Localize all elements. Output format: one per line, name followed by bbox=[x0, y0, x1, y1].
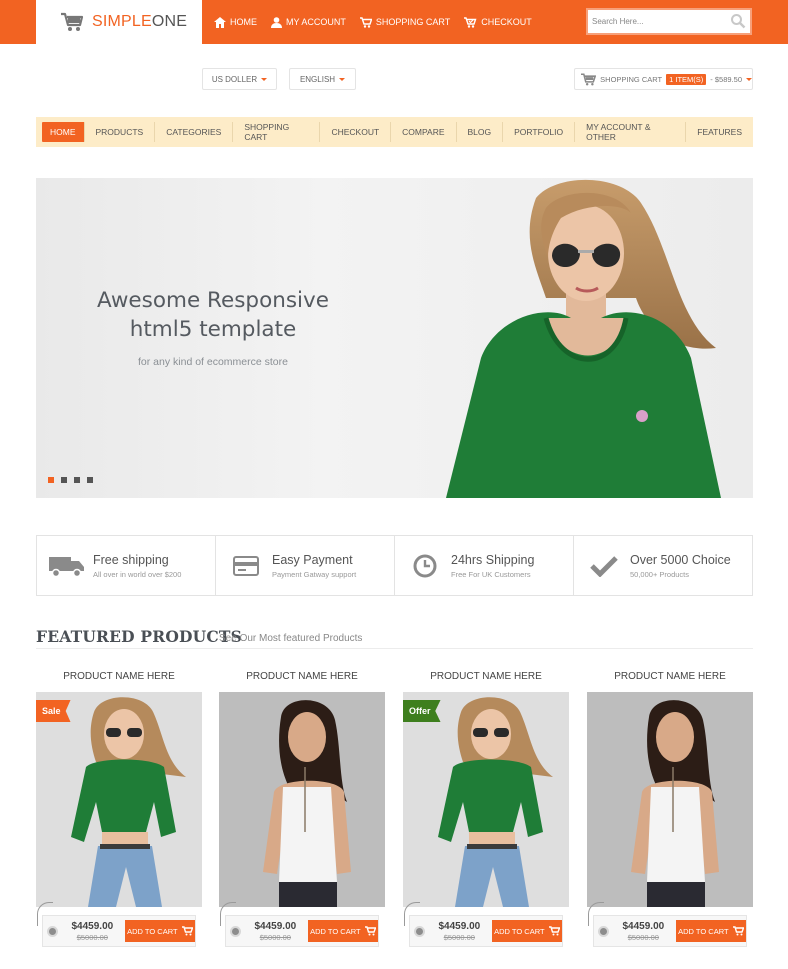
price-tag-hole bbox=[598, 926, 609, 937]
cart-icon bbox=[181, 926, 193, 936]
product-card: PRODUCT NAME HERE Sale $4459.00 $5000.00… bbox=[36, 671, 202, 947]
featured-products-subtitle: See Our Most featured Products bbox=[219, 633, 363, 644]
slider-dot[interactable] bbox=[48, 477, 54, 483]
main-nav-portfolio[interactable]: PORTFOLIO bbox=[503, 122, 576, 142]
checkmark-icon bbox=[590, 555, 618, 577]
product-name[interactable]: PRODUCT NAME HERE bbox=[219, 671, 385, 689]
cart-item-count: 1 ITEM(S) bbox=[666, 73, 707, 85]
product-image[interactable]: Sale bbox=[36, 692, 202, 907]
main-nav-home[interactable]: HOME bbox=[42, 122, 85, 142]
top-nav-home[interactable]: HOME bbox=[214, 16, 257, 28]
product-old-price: $5000.00 bbox=[259, 932, 291, 942]
user-icon bbox=[271, 16, 282, 28]
product-price-bar: $4459.00 $5000.00 ADD TO CART bbox=[404, 902, 563, 947]
product-name[interactable]: PRODUCT NAME HERE bbox=[403, 671, 569, 689]
product-image[interactable] bbox=[587, 692, 753, 907]
feature-over-5000-choice: Over 5000 Choice 50,000+ Products bbox=[574, 536, 752, 595]
product-photo-green-sweater bbox=[403, 692, 569, 907]
cart-icon bbox=[548, 926, 560, 936]
add-to-cart-button[interactable]: ADD TO CART bbox=[124, 920, 195, 942]
product-price: $4459.00 bbox=[71, 920, 114, 932]
price-tag-hole bbox=[47, 926, 58, 937]
product-price: $4459.00 bbox=[622, 920, 665, 932]
product-price: $4459.00 bbox=[254, 920, 297, 932]
product-old-price: $5000.00 bbox=[76, 932, 108, 942]
product-price-bar: $4459.00 $5000.00 ADD TO CART bbox=[37, 902, 196, 947]
featured-products-title: FEATURED PRODUCTS bbox=[36, 627, 243, 646]
cart-icon bbox=[364, 926, 376, 936]
clock-icon bbox=[413, 554, 437, 577]
cart-icon bbox=[359, 16, 372, 28]
hero-subtitle: for any kind of ecommerce store bbox=[138, 356, 288, 368]
main-nav-features[interactable]: FEATURES bbox=[686, 122, 753, 142]
product-name[interactable]: PRODUCT NAME HERE bbox=[36, 671, 202, 689]
product-photo-white-top bbox=[219, 692, 385, 907]
product-photo-white-top bbox=[587, 692, 753, 907]
sale-tag: Sale bbox=[36, 700, 71, 722]
slider-dot[interactable] bbox=[87, 477, 93, 483]
main-nav-products[interactable]: PRODUCTS bbox=[85, 122, 156, 142]
product-card: PRODUCT NAME HERE $4459.00 $5000.00 ADD … bbox=[587, 671, 753, 947]
credit-card-icon bbox=[233, 555, 259, 576]
home-icon bbox=[214, 16, 226, 28]
product-name[interactable]: PRODUCT NAME HERE bbox=[587, 671, 753, 689]
add-to-cart-button[interactable]: ADD TO CART bbox=[675, 920, 746, 942]
main-nav-compare[interactable]: COMPARE bbox=[391, 122, 457, 142]
price-tag-hole bbox=[230, 926, 241, 937]
truck-icon bbox=[49, 556, 84, 577]
product-image[interactable]: Offer bbox=[403, 692, 569, 907]
main-nav-blog[interactable]: BLOG bbox=[457, 122, 504, 142]
chevron-down-icon bbox=[339, 77, 346, 81]
chevron-down-icon bbox=[746, 77, 752, 81]
slider-pagination bbox=[48, 477, 93, 483]
cart-total: - $589.50 bbox=[710, 74, 742, 84]
add-to-cart-button[interactable]: ADD TO CART bbox=[491, 920, 562, 942]
cart-icon bbox=[732, 926, 744, 936]
chevron-down-icon bbox=[261, 77, 268, 81]
product-card: PRODUCT NAME HERE Offer $4459.00 $5000.0… bbox=[403, 671, 569, 947]
slider-dot[interactable] bbox=[61, 477, 67, 483]
divider bbox=[36, 648, 753, 649]
currency-select[interactable]: US DOLLER bbox=[202, 68, 277, 90]
main-nav-shopping-cart[interactable]: SHOPPING CART bbox=[233, 122, 321, 142]
feature-easy-payment: Easy Payment Payment Gatway support bbox=[216, 536, 395, 595]
product-price: $4459.00 bbox=[438, 920, 481, 932]
product-price-bar: $4459.00 $5000.00 ADD TO CART bbox=[220, 902, 379, 947]
search-box bbox=[586, 8, 752, 35]
main-nav-checkout[interactable]: CHECKOUT bbox=[320, 122, 392, 142]
feature-free-shipping: Free shipping All over in world over $20… bbox=[37, 536, 216, 595]
brand-name: SIMPLEONE bbox=[92, 13, 188, 30]
product-image[interactable] bbox=[219, 692, 385, 907]
cart-icon bbox=[61, 12, 84, 31]
search-icon[interactable] bbox=[730, 13, 746, 29]
top-nav-shopping-cart[interactable]: SHOPPING CART bbox=[359, 16, 450, 28]
product-price-bar: $4459.00 $5000.00 ADD TO CART bbox=[588, 902, 747, 947]
top-nav: HOME MY ACCOUNT SHOPPING CART CHECKOUT bbox=[214, 0, 532, 44]
offer-tag: Offer bbox=[403, 700, 441, 722]
hero-title: Awesome Responsive html5 template bbox=[97, 288, 329, 342]
top-nav-my-account[interactable]: MY ACCOUNT bbox=[271, 16, 346, 28]
product-photo-green-sweater bbox=[36, 692, 202, 907]
product-old-price: $5000.00 bbox=[443, 932, 475, 942]
add-to-cart-button[interactable]: ADD TO CART bbox=[307, 920, 378, 942]
main-nav-my-account-other[interactable]: MY ACCOUNT & OTHER bbox=[575, 122, 687, 142]
price-tag-hole bbox=[414, 926, 425, 937]
cart-check-icon bbox=[464, 16, 477, 28]
main-nav: HOME PRODUCTS CATEGORIES SHOPPING CART C… bbox=[36, 117, 753, 147]
top-bar: SIMPLEONE HOME MY ACCOUNT SHOPPING CART … bbox=[0, 0, 788, 44]
search-input[interactable] bbox=[588, 11, 724, 32]
product-card: PRODUCT NAME HERE $4459.00 $5000.00 ADD … bbox=[219, 671, 385, 947]
cart-summary[interactable]: SHOPPING CART 1 ITEM(S) - $589.50 bbox=[574, 68, 753, 90]
product-old-price: $5000.00 bbox=[627, 932, 659, 942]
features-bar: Free shipping All over in world over $20… bbox=[36, 535, 753, 596]
logo[interactable]: SIMPLEONE bbox=[36, 0, 202, 44]
feature-24hrs-shipping: 24hrs Shipping Free For UK Customers bbox=[395, 536, 574, 595]
hero-model-image bbox=[446, 179, 721, 498]
language-select[interactable]: ENGLISH bbox=[289, 68, 356, 90]
cart-icon bbox=[581, 73, 597, 85]
slider-dot[interactable] bbox=[74, 477, 80, 483]
hero-slider[interactable]: Awesome Responsive html5 template for an… bbox=[36, 178, 753, 498]
main-nav-categories[interactable]: CATEGORIES bbox=[155, 122, 234, 142]
top-nav-checkout[interactable]: CHECKOUT bbox=[464, 16, 532, 28]
